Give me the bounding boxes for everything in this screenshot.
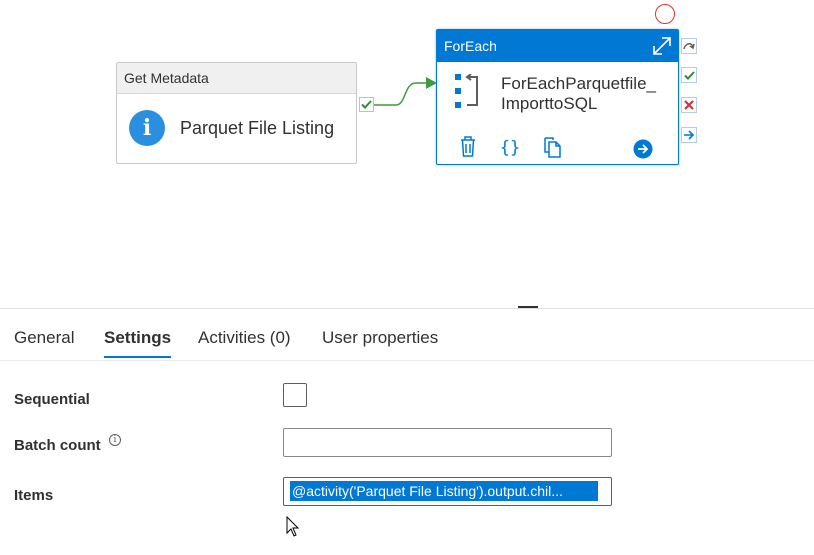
items-input[interactable]: @activity('Parquet File Listing').output… [283,477,612,506]
get-metadata-activity[interactable]: Get Metadata i Parquet File Listing [116,62,357,164]
foreach-activity[interactable]: ForEach ForEachParquetfile_ ImporttoSQL [436,29,679,165]
copy-icon[interactable] [543,136,563,158]
sequential-checkbox[interactable] [283,383,307,407]
panel-splitter[interactable] [0,308,814,309]
svg-text:{}: {} [500,138,520,158]
activity-type-label: ForEach [444,38,497,54]
go-icon[interactable] [633,138,653,160]
success-icon[interactable] [681,67,697,83]
completion-icon[interactable] [681,127,697,143]
info-icon: i [129,110,165,146]
activity-name: Parquet File Listing [180,117,335,138]
tab-general[interactable]: General [14,328,74,348]
batch-count-input[interactable] [283,428,612,457]
skip-icon[interactable] [681,38,697,54]
batch-count-label: Batch count [14,437,101,454]
activity-name: ForEachParquetfile_ ImporttoSQL [501,74,656,113]
tab-settings[interactable]: Settings [104,328,172,358]
breakpoint-circle-icon[interactable] [655,4,675,24]
delete-icon[interactable] [459,136,477,158]
activity-type-label: Get Metadata [117,63,356,94]
expand-icon[interactable] [652,36,672,56]
pipeline-canvas[interactable]: Get Metadata i Parquet File Listing ForE… [0,0,814,308]
failure-icon[interactable] [681,97,697,113]
mouse-cursor-icon [286,516,300,537]
code-icon[interactable]: {} [499,136,521,158]
tab-activities[interactable]: Activities (0) [198,328,291,348]
sequential-label: Sequential [14,391,90,408]
splitter-handle[interactable] [518,306,538,308]
items-label: Items [14,487,54,504]
info-icon[interactable]: i [109,434,121,446]
tab-user-properties[interactable]: User properties [322,328,438,348]
items-expression: @activity('Parquet File Listing').output… [290,481,598,501]
properties-tabs: General Settings Activities (0) User pro… [0,322,814,361]
foreach-loop-icon [455,74,478,108]
success-output-icon[interactable] [359,97,374,112]
